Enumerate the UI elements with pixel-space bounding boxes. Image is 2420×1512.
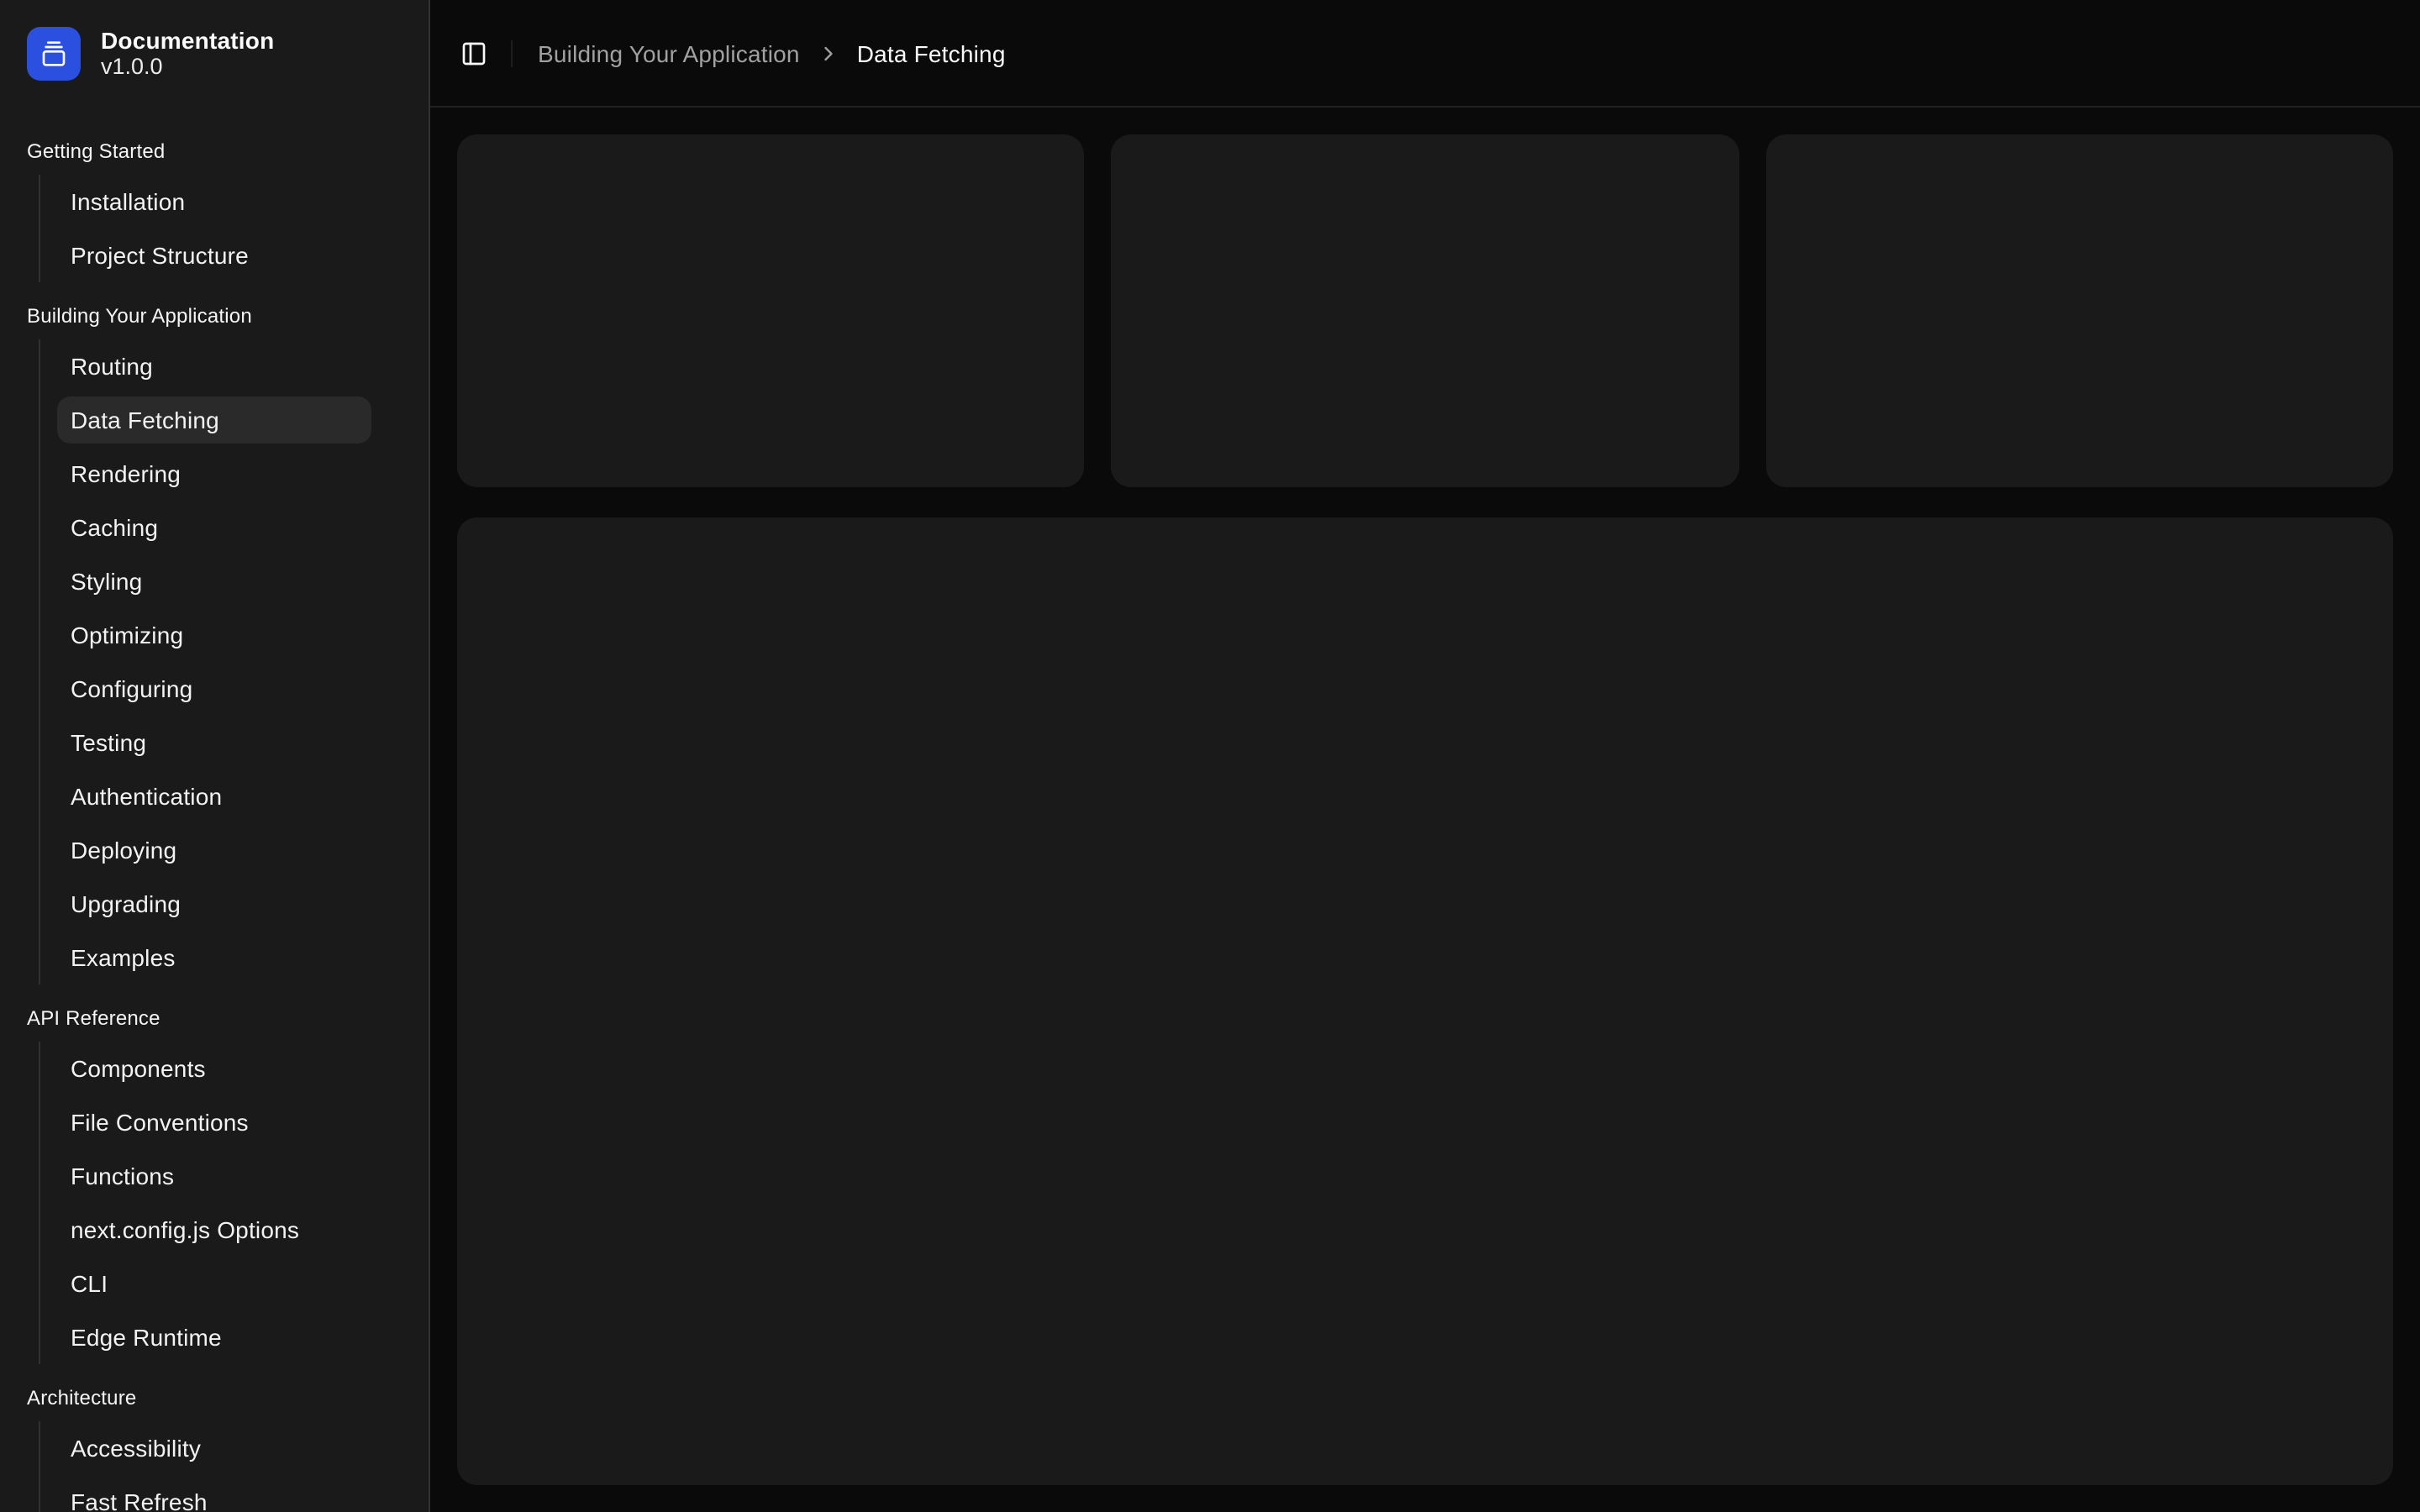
sidebar-link-routing[interactable]: Routing	[57, 343, 371, 390]
breadcrumb: Building Your Application Data Fetching	[538, 39, 1006, 66]
sidebar-item-data-fetching: Data Fetching	[57, 396, 371, 444]
sidebar-item-styling: Styling	[57, 558, 371, 605]
breadcrumb-current-page: Data Fetching	[857, 39, 1006, 66]
sidebar-group-list: Components File Conventions Functions next.…	[39, 1042, 371, 1364]
sidebar-item-functions: Functions	[57, 1152, 371, 1200]
sidebar-link-installation[interactable]: Installation	[57, 178, 371, 225]
sidebar-item-testing: Testing	[57, 719, 371, 766]
placeholder-card-3	[1765, 134, 2393, 487]
placeholder-panel	[457, 517, 2393, 1485]
sidebar-item-upgrading: Upgrading	[57, 880, 371, 927]
chevron-right-icon	[817, 41, 840, 65]
sidebar-item-examples: Examples	[57, 934, 371, 981]
sidebar-link-next-config-js-options[interactable]: next.config.js Options	[57, 1206, 371, 1253]
sidebar-item-accessibility: Accessibility	[57, 1425, 371, 1472]
sidebar-toggle-button[interactable]	[450, 29, 497, 76]
sidebar-link-caching[interactable]: Caching	[57, 504, 371, 551]
sidebar-group-label: Getting Started	[27, 138, 402, 165]
sidebar-link-upgrading[interactable]: Upgrading	[57, 880, 371, 927]
sidebar-item-optimizing: Optimizing	[57, 612, 371, 659]
sidebar-item-routing: Routing	[57, 343, 371, 390]
sidebar-item-authentication: Authentication	[57, 773, 371, 820]
sidebar-group-label: Architecture	[27, 1384, 402, 1411]
sidebar-group-list: Routing Data Fetching Rendering Caching Styl…	[39, 339, 371, 984]
sidebar-item-components: Components	[57, 1045, 371, 1092]
sidebar-header[interactable]: Documentation v1.0.0	[0, 0, 429, 81]
sidebar-group-building-your-application: Building Your Application Routing Data Fet…	[0, 302, 429, 984]
sidebar-link-optimizing[interactable]: Optimizing	[57, 612, 371, 659]
sidebar-group-architecture: Architecture Accessibility Fast Refresh	[0, 1384, 429, 1512]
panel-left-icon	[460, 39, 487, 66]
sidebar-item-file-conventions: File Conventions	[57, 1099, 371, 1146]
main-area: Building Your Application Data Fetching	[430, 0, 2420, 1512]
sidebar-link-fast-refresh[interactable]: Fast Refresh	[57, 1478, 371, 1512]
sidebar-item-deploying: Deploying	[57, 827, 371, 874]
sidebar-group-label: API Reference	[27, 1005, 402, 1032]
sidebar-link-cli[interactable]: CLI	[57, 1260, 371, 1307]
sidebar-item-next-config-js-options: next.config.js Options	[57, 1206, 371, 1253]
sidebar-item-rendering: Rendering	[57, 450, 371, 497]
sidebar-nav: Getting Started Installation Project Struc…	[0, 81, 429, 1512]
app-title-block: Documentation v1.0.0	[101, 29, 274, 79]
sidebar-group-api-reference: API Reference Components File Conventions F…	[0, 1005, 429, 1364]
sidebar-item-project-structure: Project Structure	[57, 232, 371, 279]
sidebar-link-styling[interactable]: Styling	[57, 558, 371, 605]
header: Building Your Application Data Fetching	[430, 0, 2420, 108]
sidebar-item-fast-refresh: Fast Refresh	[57, 1478, 371, 1512]
app-version: v1.0.0	[101, 54, 274, 79]
sidebar-link-functions[interactable]: Functions	[57, 1152, 371, 1200]
sidebar-link-rendering[interactable]: Rendering	[57, 450, 371, 497]
placeholder-card-grid	[457, 134, 2393, 487]
sidebar-group-list: Installation Project Structure	[39, 175, 371, 282]
sidebar-link-accessibility[interactable]: Accessibility	[57, 1425, 371, 1472]
sidebar-group-list: Accessibility Fast Refresh	[39, 1421, 371, 1512]
app-title: Documentation	[101, 29, 274, 54]
sidebar-item-cli: CLI	[57, 1260, 371, 1307]
sidebar: Documentation v1.0.0 Getting Started Inst…	[0, 0, 430, 1512]
sidebar-link-project-structure[interactable]: Project Structure	[57, 232, 371, 279]
sidebar-link-configuring[interactable]: Configuring	[57, 665, 371, 712]
placeholder-card-2	[1112, 134, 1739, 487]
page-content	[430, 108, 2420, 1512]
sidebar-item-caching: Caching	[57, 504, 371, 551]
sidebar-link-testing[interactable]: Testing	[57, 719, 371, 766]
app-root: Documentation v1.0.0 Getting Started Inst…	[0, 0, 2420, 1512]
sidebar-item-configuring: Configuring	[57, 665, 371, 712]
app-logo	[27, 27, 81, 81]
sidebar-link-deploying[interactable]: Deploying	[57, 827, 371, 874]
gallery-vertical-end-icon	[40, 40, 67, 67]
placeholder-card-1	[457, 134, 1085, 487]
sidebar-link-edge-runtime[interactable]: Edge Runtime	[57, 1314, 371, 1361]
sidebar-link-file-conventions[interactable]: File Conventions	[57, 1099, 371, 1146]
sidebar-item-edge-runtime: Edge Runtime	[57, 1314, 371, 1361]
header-separator	[511, 39, 513, 66]
sidebar-link-components[interactable]: Components	[57, 1045, 371, 1092]
sidebar-link-data-fetching[interactable]: Data Fetching	[57, 396, 371, 444]
sidebar-group-label: Building Your Application	[27, 302, 402, 329]
sidebar-link-authentication[interactable]: Authentication	[57, 773, 371, 820]
sidebar-link-examples[interactable]: Examples	[57, 934, 371, 981]
sidebar-group-getting-started: Getting Started Installation Project Struc…	[0, 138, 429, 282]
breadcrumb-parent-link[interactable]: Building Your Application	[538, 39, 800, 66]
sidebar-item-installation: Installation	[57, 178, 371, 225]
